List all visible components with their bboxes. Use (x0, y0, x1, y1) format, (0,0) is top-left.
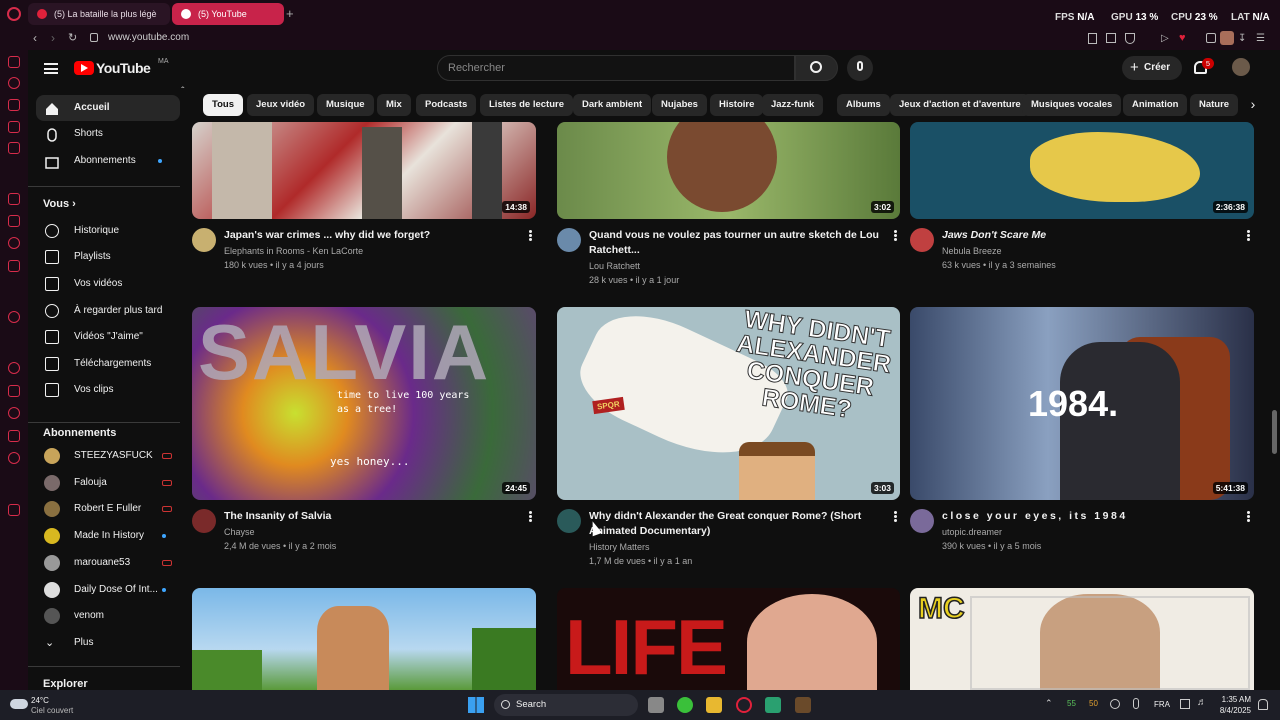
more-options-icon[interactable] (892, 510, 898, 524)
thumbnail-face (667, 122, 777, 212)
duration-badge: 24:45 (502, 482, 530, 494)
more-options-icon[interactable] (527, 229, 533, 243)
taskbar-search[interactable]: Search (494, 694, 638, 716)
channel-avatar[interactable] (910, 509, 934, 533)
thumbnail-title-text: LIFE (565, 603, 728, 690)
thumbnail-block (472, 628, 536, 690)
opera-gx-icon[interactable] (736, 697, 752, 713)
channel-name[interactable]: Lou Ratchett (589, 259, 640, 273)
video-title[interactable]: Jaws Don't Scare Me (942, 228, 1232, 243)
thumbnail-title-text: MC (917, 591, 965, 626)
microphone-icon[interactable] (1133, 698, 1139, 709)
thumbnail-figure (472, 122, 502, 219)
thumbnail-face (317, 606, 389, 690)
page-scrollbar[interactable] (1272, 410, 1277, 454)
video-title[interactable]: Japan's war crimes ... why did we forget… (224, 228, 514, 243)
thumbnail-window (970, 596, 1250, 690)
more-options-icon[interactable] (1245, 229, 1251, 243)
weather-temp[interactable]: 24°C (31, 696, 49, 705)
channel-avatar[interactable] (192, 228, 216, 252)
video-stats: 180 k vues • il y a 4 jours (224, 260, 324, 270)
video-title[interactable]: Quand vous ne voulez pas tourner un autr… (589, 228, 879, 257)
thumbnail-figure (212, 122, 272, 219)
thumbnail-face (747, 594, 877, 690)
thumbnail-shark (1030, 132, 1200, 202)
video-stats: 390 k vues • il y a 5 mois (942, 541, 1042, 551)
channel-avatar[interactable] (557, 228, 581, 252)
channel-avatar[interactable] (557, 509, 581, 533)
video-thumbnail[interactable]: 14:38 (192, 122, 536, 219)
chevron-up-icon[interactable]: ⌃ (1045, 698, 1053, 709)
video-thumbnail[interactable]: 1984. 5:41:38 (910, 307, 1254, 500)
search-icon (501, 700, 510, 709)
channel-name[interactable]: Elephants in Rooms - Ken LaCorte (224, 244, 363, 258)
video-title[interactable]: close your eyes, its 1984 (942, 509, 1232, 524)
thumbnail-figure (362, 127, 402, 219)
weather-desc: Ciel couvert (31, 706, 74, 715)
channel-name[interactable]: Nebula Breeze (942, 244, 1002, 258)
channel-name[interactable]: Chayse (224, 525, 255, 539)
video-thumbnail[interactable]: SPQR WHY DIDN'T ALEXANDER CONQUER ROME? 3:0… (557, 307, 900, 500)
channel-avatar[interactable] (910, 228, 934, 252)
network-icon[interactable] (1180, 699, 1190, 709)
more-options-icon[interactable] (1245, 510, 1251, 524)
clock-date: 8/4/2025 (1219, 706, 1251, 715)
thumbnail-caption: time to live 100 years as a tree! (337, 390, 470, 415)
windows-taskbar: 24°C Ciel couvert Search ⌃ 55 50 FRA ♬ 1… (0, 690, 1280, 720)
channel-avatar[interactable] (192, 509, 216, 533)
xbox-icon[interactable] (677, 697, 693, 713)
video-thumbnail[interactable]: LIFE (557, 588, 900, 690)
video-thumbnail[interactable] (192, 588, 536, 690)
video-stats: 63 k vues • il y a 3 semaines (942, 260, 1056, 270)
tray-value: 55 (1067, 699, 1076, 708)
video-title[interactable]: The Insanity of Salvia (224, 509, 514, 524)
more-options-icon[interactable] (892, 229, 898, 243)
file-explorer-icon[interactable] (706, 697, 722, 713)
duration-badge: 14:38 (502, 201, 530, 213)
channel-name[interactable]: History Matters (589, 540, 650, 554)
volume-icon[interactable]: ♬ (1197, 697, 1207, 708)
duration-badge: 5:41:38 (1212, 482, 1248, 494)
thumbnail-title-text: 1984. (1028, 383, 1119, 424)
language-indicator[interactable]: FRA (1154, 700, 1170, 709)
minecraft-icon[interactable] (795, 697, 811, 713)
app-icon[interactable] (765, 697, 781, 713)
duration-badge: 3:03 (870, 482, 894, 494)
video-thumbnail[interactable]: SALVIA time to live 100 years as a tree!… (192, 307, 536, 500)
more-options-icon[interactable] (527, 510, 533, 524)
notification-center-icon[interactable] (1258, 699, 1268, 710)
video-thumbnail[interactable]: 2:36:38 (910, 122, 1254, 219)
clock-time[interactable]: 1:35 AM (1221, 695, 1251, 704)
tray-icon[interactable] (1110, 699, 1120, 709)
video-thumbnail[interactable]: MC (910, 588, 1254, 690)
tray-value: 50 (1089, 699, 1098, 708)
thumbnail-block (192, 650, 262, 690)
channel-name[interactable]: utopic.dreamer (942, 525, 1002, 539)
duration-badge: 3:02 (870, 201, 894, 213)
thumbnail-caption: yes honey... (330, 455, 410, 468)
duration-badge: 2:36:38 (1212, 201, 1248, 213)
task-view-icon[interactable] (648, 697, 664, 713)
weather-icon (10, 699, 28, 709)
windows-start-icon[interactable] (468, 697, 484, 713)
video-thumbnail[interactable]: 3:02 (557, 122, 900, 219)
thumbnail-title-text: SALVIA (198, 308, 491, 396)
video-stats: 2,4 M de vues • il y a 2 mois (224, 541, 337, 551)
video-title[interactable]: Why didn't Alexander the Great conquer R… (589, 509, 879, 538)
video-stats: 1,7 M de vues • il y a 1 an (589, 556, 693, 566)
video-stats: 28 k vues • il y a 1 jour (589, 275, 680, 285)
thumbnail-character (739, 442, 815, 500)
